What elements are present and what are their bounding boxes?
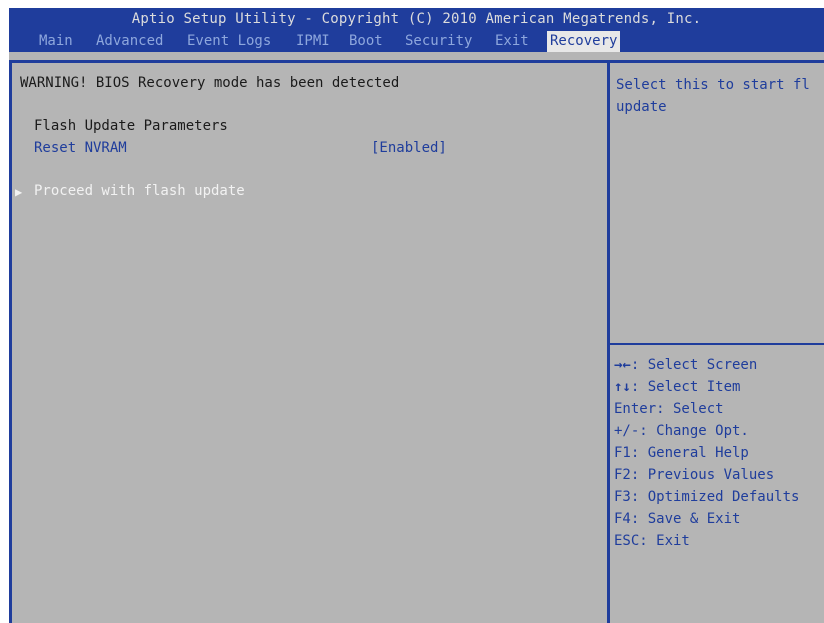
key-f1: F1: General Help — [614, 445, 749, 461]
key-f4: F4: Save & Exit — [614, 511, 741, 527]
key-enter: Enter: Select — [614, 401, 724, 417]
tab-ipmi[interactable]: IPMI — [293, 31, 333, 52]
tab-exit[interactable]: Exit — [492, 31, 532, 52]
tab-main[interactable]: Main — [36, 31, 76, 52]
menu-bar: Main Advanced Event Logs IPMI Boot Secur… — [9, 31, 824, 52]
item-help-panel: Select this to start fl update — [616, 74, 824, 118]
left-right-arrows-icon: →← — [614, 357, 631, 373]
reset-nvram-label[interactable]: Reset NVRAM — [34, 140, 127, 156]
proceed-flash-update-item[interactable]: Proceed with flash update — [34, 183, 245, 199]
bios-setup-screen: Aptio Setup Utility - Copyright (C) 2010… — [0, 0, 824, 623]
section-title: Flash Update Parameters — [34, 118, 228, 134]
help-text-line: Select this to start fl — [616, 77, 810, 93]
key-legend: →←: Select Screen ↑↓: Select Item Enter:… — [614, 354, 799, 552]
key-f3: F3: Optimized Defaults — [614, 489, 800, 505]
key-select-item: ↑↓: Select Item — [614, 379, 741, 395]
up-down-arrows-icon: ↑↓ — [614, 379, 631, 395]
key-select-screen: →←: Select Screen — [614, 357, 758, 373]
key-esc: ESC: Exit — [614, 533, 690, 549]
help-separator — [610, 343, 824, 345]
header-bar: Aptio Setup Utility - Copyright (C) 2010… — [9, 8, 824, 52]
tab-security[interactable]: Security — [402, 31, 475, 52]
recovery-warning: WARNING! BIOS Recovery mode has been det… — [20, 75, 400, 91]
tab-recovery[interactable]: Recovery — [547, 31, 621, 52]
key-f2: F2: Previous Values — [614, 467, 775, 483]
key-change-opt: +/-: Change Opt. — [614, 423, 749, 439]
app-title: Aptio Setup Utility - Copyright (C) 2010… — [131, 11, 702, 27]
frame-top-border — [9, 60, 824, 63]
reset-nvram-value[interactable]: [Enabled] — [371, 140, 447, 156]
tab-event-logs[interactable]: Event Logs — [184, 31, 274, 52]
screen-margin — [0, 52, 9, 623]
frame-left-border — [9, 62, 12, 623]
frame-divider — [607, 60, 610, 623]
help-text-line: update — [616, 99, 667, 115]
tab-boot[interactable]: Boot — [346, 31, 386, 52]
submenu-arrow-icon: ▶ — [15, 185, 23, 199]
tab-advanced[interactable]: Advanced — [93, 31, 166, 52]
